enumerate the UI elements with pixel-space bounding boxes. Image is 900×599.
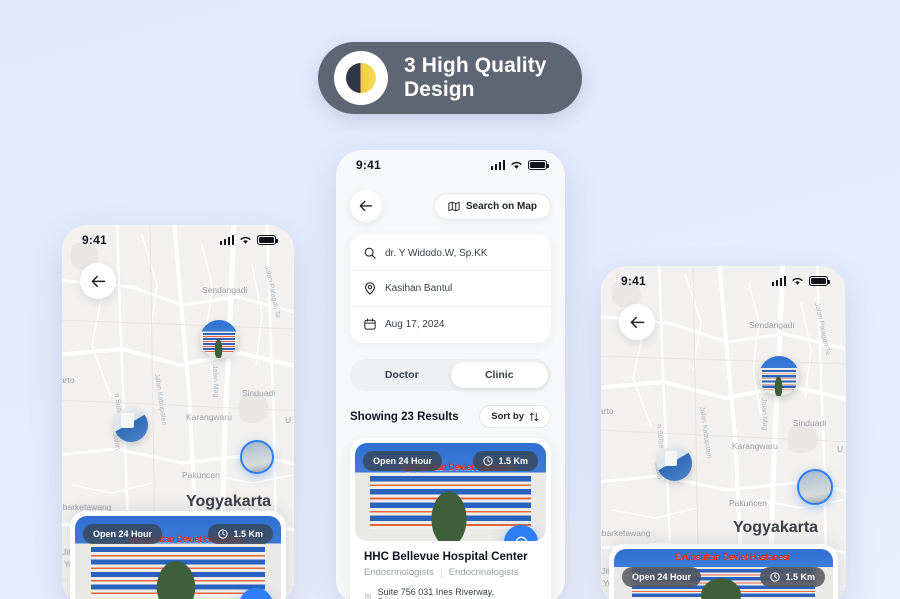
card-photo: Eyüpsultan Devlet Hastanesi Open 24 Hour… [614, 549, 833, 599]
clock-icon [770, 572, 781, 582]
locate-fab-button[interactable] [239, 588, 273, 599]
distance-badge: 1.5 Km [208, 524, 273, 544]
distance-badge: 1.5 Km [473, 451, 538, 471]
status-bar: 9:41 [62, 225, 294, 255]
map-result-card[interactable]: Eyüpsultan Devlet Hastanesi Open 24 Hour… [70, 511, 286, 599]
card-photo: Eyüpsultan Devlet Hastanesi Open 24 Hour… [355, 443, 546, 541]
battery-full-icon [528, 160, 549, 170]
search-field-location[interactable]: Kasihan Bantul [350, 270, 551, 306]
location-pin-icon [365, 282, 375, 295]
locate-fab-button[interactable] [504, 525, 538, 541]
wifi-icon [240, 236, 251, 244]
sort-by-button[interactable]: Sort by [479, 405, 551, 428]
search-on-map-label: Search on Map [465, 200, 537, 212]
status-bar: 9:41 [336, 150, 565, 180]
address-text: Suite 756 031 Ines Riverway, Rhiannonche… [377, 587, 495, 599]
segmented-control: Doctor Clinic [350, 359, 551, 391]
status-time: 9:41 [82, 233, 107, 247]
wifi-icon [511, 161, 522, 169]
tab-clinic[interactable]: Clinic [450, 362, 548, 388]
battery-full-icon [809, 276, 830, 286]
results-header: Showing 23 Results Sort by [336, 391, 565, 438]
top-bar: Search on Map [336, 180, 565, 234]
search-field-date[interactable]: Aug 17, 2024 [350, 306, 551, 341]
cellular-signal-icon [771, 276, 786, 286]
search-field-date-value: Aug 17, 2024 [385, 318, 445, 330]
clock-icon [483, 456, 494, 466]
status-time: 9:41 [356, 158, 381, 172]
open-hours-badge: Open 24 Hour [363, 451, 443, 471]
map-back-button[interactable] [619, 304, 655, 340]
distance-badge: 1.5 Km [760, 567, 825, 587]
target-locate-icon [515, 536, 527, 541]
battery-full-icon [257, 235, 278, 245]
badge-label: 3 High Quality Design [404, 54, 547, 101]
open-hours-badge: Open 24 Hour [622, 567, 702, 587]
phone-mockup-center: 9:41 Search on Map dr. Y Widodo.W, Sp.KK… [336, 150, 565, 599]
arrow-left-icon [91, 275, 105, 287]
arrow-left-icon [630, 316, 644, 328]
result-card[interactable]: Eyüpsultan Devlet Hastanesi Open 24 Hour… [350, 438, 551, 599]
search-field-doctor-value: dr. Y Widodo.W, Sp.KK [385, 247, 488, 259]
moon-logo-icon [334, 51, 388, 105]
calendar-icon [364, 318, 376, 330]
sort-by-label: Sort by [491, 411, 524, 422]
map-pin-clinic[interactable] [657, 446, 692, 481]
open-hours-badge: Open 24 Hour [83, 524, 163, 544]
photo-sign-text: Eyüpsultan Devlet Hastanesi [674, 552, 790, 561]
clinic-specialties: Endocrinologists Endocrinologists [364, 567, 537, 578]
results-count-label: Showing 23 Results [350, 410, 459, 423]
wifi-icon [792, 277, 803, 285]
header-badge: 3 High Quality Design [318, 42, 582, 114]
map-pin-selected[interactable] [797, 469, 833, 505]
card-photo: Eyüpsultan Devlet Hastanesi Open 24 Hour… [75, 516, 281, 599]
map-back-button[interactable] [80, 263, 116, 299]
phone-mockup-right: Sendangadi Sinduadi Karangwaru Pakuncen … [601, 266, 846, 599]
arrow-left-icon [359, 200, 373, 212]
search-field-location-value: Kasihan Bantul [385, 283, 453, 294]
map-icon [448, 201, 460, 211]
search-icon [364, 247, 376, 259]
cellular-signal-icon [219, 235, 234, 245]
search-field-doctor[interactable]: dr. Y Widodo.W, Sp.KK [350, 236, 551, 270]
phone-mockup-left: Sendangadi Sinduadi Karangwaru Pakuncen … [62, 225, 294, 599]
clock-icon [218, 529, 229, 539]
search-card: dr. Y Widodo.W, Sp.KK Kasihan Bantul Aug… [350, 234, 551, 343]
clinic-address: Suite 756 031 Ines Riverway, Rhiannonche… [364, 587, 537, 599]
search-on-map-button[interactable]: Search on Map [433, 192, 551, 220]
tab-doctor[interactable]: Doctor [353, 362, 451, 388]
cellular-signal-icon [490, 160, 505, 170]
clinic-name: HHC Bellevue Hospital Center [364, 551, 528, 563]
divider [440, 567, 442, 578]
sort-arrows-icon [529, 412, 539, 421]
map-pin-clinic[interactable] [114, 408, 148, 442]
map-pin-hospital[interactable] [200, 320, 238, 358]
specialty-2: Endocrinologists [448, 567, 519, 578]
specialty-1: Endocrinologists [364, 567, 434, 578]
map-result-card[interactable]: Eyüpsultan Devlet Hastanesi Open 24 Hour… [609, 544, 838, 599]
map-pin-selected[interactable] [240, 440, 274, 474]
map-pin-hospital[interactable] [759, 356, 799, 396]
status-time: 9:41 [621, 274, 646, 288]
status-bar: 9:41 [601, 266, 846, 296]
location-pin-icon [364, 593, 372, 599]
back-button[interactable] [350, 190, 382, 222]
